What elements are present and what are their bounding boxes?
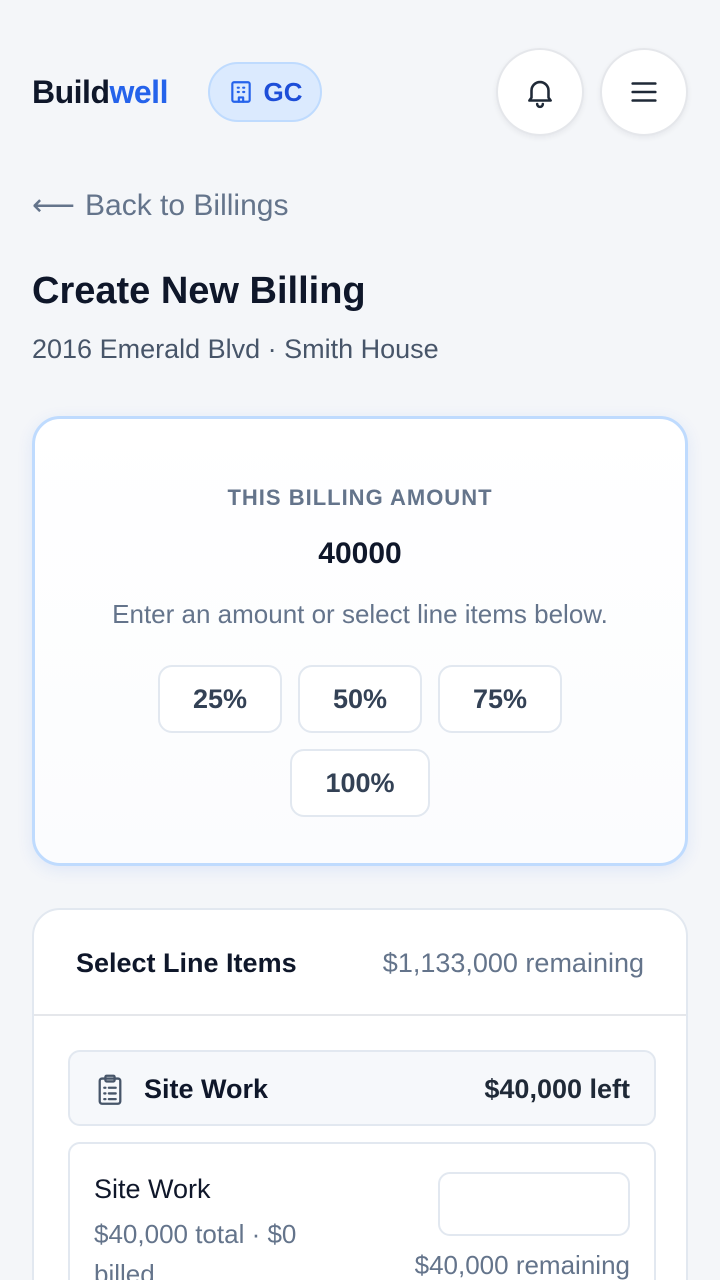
line-item-amount-input[interactable] bbox=[438, 1172, 630, 1236]
group-amount-left: $40,000 left bbox=[484, 1074, 630, 1104]
group-name: Site Work bbox=[144, 1074, 269, 1104]
line-items-card: Select Line Items $1,133,000 remaining S… bbox=[32, 908, 688, 1280]
hamburger-menu-icon bbox=[631, 82, 657, 102]
bell-icon bbox=[528, 80, 552, 109]
line-item-name: Site Work bbox=[94, 1174, 211, 1204]
total-remaining: $1,133,000 remaining bbox=[382, 948, 644, 978]
line-item-remaining: $40,000 remaining bbox=[414, 1250, 630, 1280]
back-to-billings-link[interactable]: ⟵ Back to Billings bbox=[32, 188, 288, 223]
building-icon bbox=[230, 81, 251, 103]
percent-75-button[interactable]: 75% bbox=[438, 665, 562, 733]
back-link-label: Back to Billings bbox=[85, 188, 289, 222]
percent-50-button[interactable]: 50% bbox=[298, 665, 422, 733]
create-billing-screen: Buildwell GC ⟵ Back to Billings Create N… bbox=[0, 0, 720, 1280]
back-arrow-icon: ⟵ bbox=[32, 189, 76, 222]
menu-button[interactable] bbox=[600, 48, 688, 136]
billing-amount-hint: Enter an amount or select line items bel… bbox=[112, 599, 608, 629]
line-items-header: Select Line Items $1,133,000 remaining bbox=[34, 910, 686, 1016]
notifications-button[interactable] bbox=[496, 48, 584, 136]
percent-buttons-row-2: 100% bbox=[35, 749, 685, 817]
billing-amount-value[interactable]: 40000 bbox=[35, 537, 685, 571]
percent-buttons-row: 25% 50% 75% bbox=[35, 665, 685, 733]
line-item-meta: $40,000 total · $0 billed bbox=[94, 1219, 297, 1280]
line-item-site-work: Site Work $40,000 total · $0 billed $40,… bbox=[68, 1142, 656, 1280]
page-title: Create New Billing bbox=[32, 270, 366, 312]
billing-amount-label: THIS BILLING AMOUNT bbox=[227, 485, 493, 510]
logo-text-build: Build bbox=[32, 74, 110, 110]
clipboard-list-icon bbox=[98, 1074, 122, 1105]
line-item-group-site-work[interactable]: Site Work $40,000 left bbox=[68, 1050, 656, 1126]
percent-100-button[interactable]: 100% bbox=[290, 749, 430, 817]
line-items-title: Select Line Items bbox=[76, 948, 297, 978]
project-subtitle: 2016 Emerald Blvd · Smith House bbox=[32, 334, 439, 364]
logo-text-well: well bbox=[109, 74, 168, 110]
app-logo[interactable]: Buildwell bbox=[32, 74, 168, 110]
role-badge: GC bbox=[208, 62, 322, 122]
billing-amount-card: THIS BILLING AMOUNT 40000 Enter an amoun… bbox=[32, 416, 688, 866]
role-badge-label: GC bbox=[263, 76, 303, 107]
app-header: Buildwell GC bbox=[32, 48, 688, 136]
percent-25-button[interactable]: 25% bbox=[158, 665, 282, 733]
